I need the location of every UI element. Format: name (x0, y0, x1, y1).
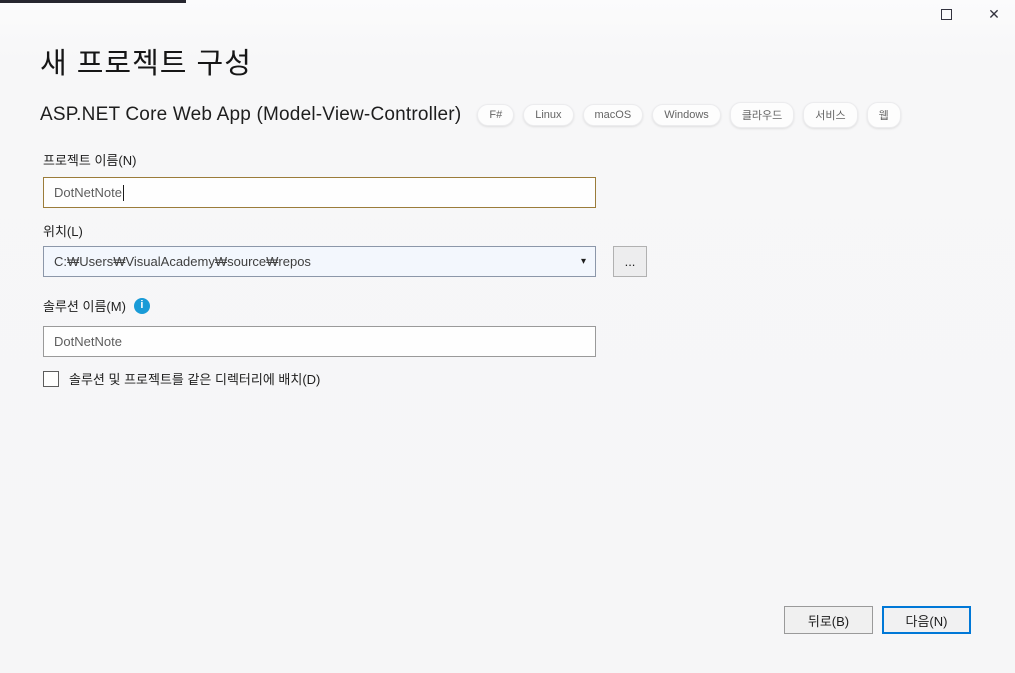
text-caret (123, 185, 124, 201)
template-row: ASP.NET Core Web App (Model-View-Control… (40, 102, 901, 128)
location-value: C:₩Users₩VisualAcademy₩source₩repos (54, 254, 311, 269)
solution-name-input[interactable]: DotNetNote (43, 326, 596, 357)
page-title: 새 프로젝트 구성 (40, 40, 252, 82)
tag-windows: Windows (652, 104, 721, 126)
back-button[interactable]: 뒤로(B) (784, 606, 873, 634)
project-name-label: 프로젝트 이름(N) (43, 150, 136, 169)
tag-cloud: 클라우드 (730, 102, 794, 128)
same-directory-row: 솔루션 및 프로젝트를 같은 디렉터리에 배치(D) (43, 369, 320, 388)
project-name-input[interactable]: DotNetNote (43, 177, 596, 208)
template-tag-list: F# Linux macOS Windows 클라우드 서비스 웹 (477, 102, 900, 128)
same-directory-label: 솔루션 및 프로젝트를 같은 디렉터리에 배치(D) (69, 369, 320, 388)
solution-name-label-row: 솔루션 이름(M) i (43, 296, 150, 315)
tag-fsharp: F# (477, 104, 514, 126)
template-name: ASP.NET Core Web App (Model-View-Control… (40, 104, 461, 126)
tag-service: 서비스 (803, 102, 857, 128)
chevron-down-icon: ▾ (581, 255, 586, 266)
solution-name-value: DotNetNote (54, 334, 122, 349)
same-directory-checkbox[interactable] (43, 371, 59, 387)
tag-web: 웹 (867, 102, 901, 128)
tag-linux: Linux (523, 104, 573, 126)
solution-name-label: 솔루션 이름(M) (43, 296, 126, 315)
footer-buttons: 뒤로(B) 다음(N) (784, 606, 971, 634)
next-button[interactable]: 다음(N) (882, 606, 971, 634)
close-icon: ✕ (988, 7, 1000, 21)
close-button[interactable]: ✕ (979, 2, 1009, 26)
tag-macos: macOS (583, 104, 644, 126)
info-icon[interactable]: i (134, 298, 150, 314)
project-name-value: DotNetNote (54, 185, 122, 200)
window-controls: ✕ (931, 2, 1009, 26)
browse-location-button[interactable]: ... (613, 246, 647, 277)
maximize-button[interactable] (931, 2, 961, 26)
maximize-icon (941, 9, 952, 20)
location-combobox[interactable]: C:₩Users₩VisualAcademy₩source₩repos ▾ (43, 246, 596, 277)
location-label: 위치(L) (43, 221, 83, 240)
background-window-edge (0, 0, 186, 3)
configure-project-dialog: ✕ 새 프로젝트 구성 ASP.NET Core Web App (Model-… (0, 0, 1015, 673)
